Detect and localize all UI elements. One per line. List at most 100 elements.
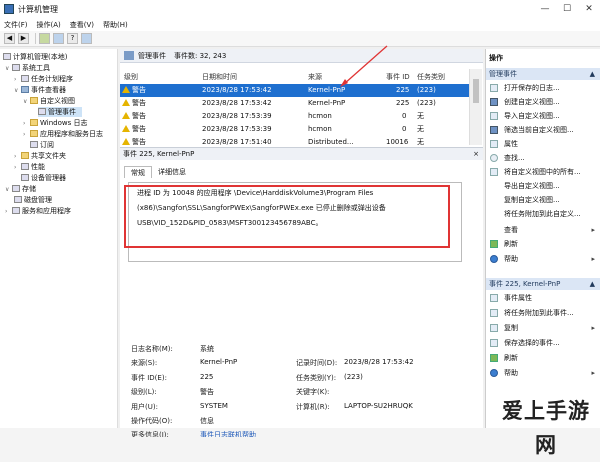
folder-icon [30, 130, 38, 137]
tree-item-custom-views[interactable]: ∨ 自定义视图 [23, 96, 75, 106]
action-open-saved-log[interactable]: 打开保存的日志... [486, 82, 600, 94]
actions-section-event[interactable]: 事件 225, Kernel-PnP ▲ [486, 278, 600, 290]
event-row[interactable]: 警告 2023/8/28 17:53:42 Kernel-PnP 225 (22… [120, 97, 469, 110]
action-export-custom-view[interactable]: 导出自定义视图... [486, 180, 600, 192]
close-detail-button[interactable]: × [473, 150, 479, 158]
expand-arrow-icon[interactable]: › [5, 207, 12, 217]
expand-arrow-icon[interactable]: › [14, 152, 21, 162]
tree-item-label: 存储 [22, 185, 36, 193]
tree-item-app-service-logs[interactable]: › 应用程序和服务日志 [23, 129, 103, 139]
tree-item-shared-folders[interactable]: › 共享文件夹 [14, 151, 66, 161]
menu-view[interactable]: 查看(V) [70, 20, 94, 30]
action-save-all-events[interactable]: 将自定义视图中的所有... [486, 166, 600, 178]
event-id-cell: 225 [396, 86, 410, 94]
column-header-datetime[interactable]: 日期和时间 [202, 72, 237, 82]
action-label: 复制自定义视图... [504, 196, 560, 204]
event-row[interactable]: 警告 2023/8/28 17:53:42 Kernel-PnP 225 (22… [120, 84, 469, 97]
label-user: 用户(U): [131, 403, 158, 411]
action-attach-task-view[interactable]: 将任务附加到此自定义... [486, 208, 600, 220]
action-filter-current-view[interactable]: 筛选当前自定义视图... [486, 124, 600, 136]
event-row[interactable]: 警告 2023/8/28 17:53:39 hcmon 0 无 [120, 110, 469, 123]
collapse-arrow-icon[interactable]: ∨ [23, 97, 30, 107]
site-watermark: 爱上手游网 [492, 394, 600, 457]
tree-item-subscriptions[interactable]: 订阅 [30, 140, 54, 150]
menu-action[interactable]: 操作(A) [37, 20, 61, 30]
tab-general[interactable]: 常规 [124, 166, 152, 178]
event-message-box[interactable]: 进程 ID 为 10048 的应用程序 \Device\HarddiskVolu… [128, 182, 462, 262]
minimize-button[interactable]: — [534, 4, 556, 14]
tree-item-services-apps[interactable]: › 服务和应用程序 [5, 206, 71, 216]
folder-up-icon[interactable] [39, 33, 50, 44]
show-hide-tree-icon[interactable] [53, 33, 64, 44]
maximize-button[interactable]: ☐ [556, 4, 578, 14]
event-row[interactable]: 警告 2023/8/28 17:51:40 Distributed... 100… [120, 136, 469, 145]
action-attach-task-event[interactable]: 将任务附加到此事件... [486, 307, 600, 319]
disk-icon [14, 196, 22, 203]
action-label: 将任务附加到此自定义... [504, 210, 581, 218]
event-list-scrollbar[interactable] [469, 69, 482, 145]
action-refresh[interactable]: 刷新 [486, 238, 600, 250]
actions-section-admin-events[interactable]: 管理事件 ▲ [486, 68, 600, 80]
link-event-log-help[interactable]: 事件日志联机帮助 [200, 430, 256, 437]
label-level: 级别(L): [131, 388, 157, 396]
datetime-cell: 2023/8/28 17:53:39 [202, 125, 272, 133]
tree-item-windows-logs[interactable]: › Windows 日志 [23, 118, 87, 128]
help-icon [490, 369, 498, 377]
action-properties[interactable]: 属性 [486, 138, 600, 150]
action-find[interactable]: 查找... [486, 152, 600, 164]
console-view-icon[interactable] [81, 33, 92, 44]
forward-icon[interactable]: ▶ [18, 33, 29, 44]
action-help[interactable]: 帮助 ▸ [486, 253, 600, 265]
level-text: 警告 [132, 138, 146, 145]
label-source: 来源(S): [131, 359, 158, 367]
collapse-up-icon[interactable]: ▲ [590, 68, 595, 80]
tree-item-system-tools[interactable]: ∨ 系统工具 [5, 63, 50, 73]
menu-file[interactable]: 文件(F) [4, 20, 28, 30]
action-copy[interactable]: 复制 ▸ [486, 322, 600, 334]
folder-icon [30, 119, 38, 126]
action-create-custom-view[interactable]: 创建自定义视图... [486, 96, 600, 108]
subscription-icon [30, 141, 38, 148]
collapse-arrow-icon[interactable]: ∨ [14, 86, 21, 96]
action-save-selected-events[interactable]: 保存选择的事件... [486, 337, 600, 349]
tab-details[interactable]: 详细信息 [152, 166, 192, 178]
action-label: 筛选当前自定义视图... [504, 126, 574, 134]
tree-item-device-manager[interactable]: 设备管理器 [21, 173, 66, 183]
warning-icon [122, 86, 130, 93]
column-header-level[interactable]: 级别 [124, 72, 138, 82]
action-copy-custom-view[interactable]: 复制自定义视图... [486, 194, 600, 206]
action-help-event[interactable]: 帮助 ▸ [486, 367, 600, 379]
collapse-up-icon[interactable]: ▲ [590, 278, 595, 290]
collapse-arrow-icon[interactable]: ∨ [5, 64, 12, 74]
section-label: 管理事件 [489, 70, 517, 78]
column-header-task-category[interactable]: 任务类别 [417, 72, 445, 82]
tree-item-label: 共享文件夹 [31, 152, 66, 160]
label-keywords: 关键字(K): [296, 388, 330, 396]
expand-arrow-icon[interactable]: › [23, 130, 30, 140]
help-icon[interactable]: ? [67, 33, 78, 44]
expand-arrow-icon[interactable]: › [23, 119, 30, 129]
expand-arrow-icon[interactable]: › [14, 163, 21, 173]
expand-arrow-icon[interactable]: › [14, 75, 21, 85]
action-label: 刷新 [504, 354, 518, 362]
action-refresh-event[interactable]: 刷新 [486, 352, 600, 364]
tree-item-admin-events[interactable]: 管理事件 [38, 107, 82, 117]
tree-item-disk-management[interactable]: 磁盘管理 [14, 195, 52, 205]
event-row[interactable]: 警告 2023/8/28 17:53:39 hcmon 0 无 [120, 123, 469, 136]
tree-item-storage[interactable]: ∨ 存储 [5, 184, 36, 194]
menu-help[interactable]: 帮助(H) [103, 20, 128, 30]
tree-item-performance[interactable]: › 性能 [14, 162, 45, 172]
action-import-custom-view[interactable]: 导入自定义视图... [486, 110, 600, 122]
scrollbar-thumb[interactable] [473, 79, 479, 103]
back-icon[interactable]: ◀ [4, 33, 15, 44]
tree-item-computer-management[interactable]: 计算机管理(本地) [3, 52, 67, 62]
action-event-properties[interactable]: 事件属性 [486, 292, 600, 304]
collapse-arrow-icon[interactable]: ∨ [5, 185, 12, 195]
action-view[interactable]: 查看 ▸ [486, 224, 600, 236]
tree-item-task-scheduler[interactable]: › 任务计划程序 [14, 74, 73, 84]
close-button[interactable]: ✕ [578, 4, 600, 14]
tree-item-event-viewer[interactable]: ∨ 事件查看器 [14, 85, 66, 95]
column-header-source[interactable]: 来源 [308, 72, 322, 82]
column-header-event-id[interactable]: 事件 ID [386, 72, 410, 82]
level-cell: 警告 [122, 136, 146, 145]
